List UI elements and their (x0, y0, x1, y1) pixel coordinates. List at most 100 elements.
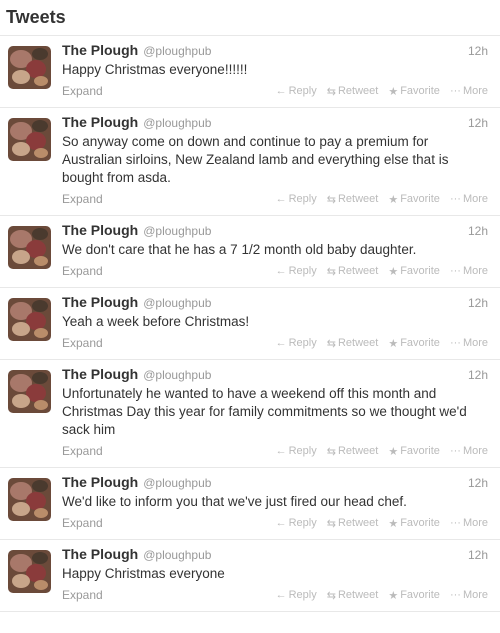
star-icon: ★ (388, 85, 399, 98)
retweet-button[interactable]: ⇆ Retweet (327, 337, 379, 350)
reply-button[interactable]: ← Reply (276, 265, 317, 278)
tweet-text: So anyway come on down and continue to p… (62, 134, 449, 185)
author-handle[interactable]: @ploughpub (143, 548, 211, 562)
author-name[interactable]: The Plough (62, 294, 138, 310)
retweet-button[interactable]: ⇆ Retweet (327, 193, 379, 206)
avatar[interactable] (8, 118, 51, 161)
expand-link[interactable]: Expand (62, 444, 103, 458)
author-handle[interactable]: @ploughpub (143, 116, 211, 130)
star-icon: ★ (388, 517, 399, 530)
tweet-timestamp[interactable]: 12h (468, 368, 488, 382)
expand-link[interactable]: Expand (62, 516, 103, 530)
retweet-button[interactable]: ⇆ Retweet (327, 589, 379, 602)
more-button[interactable]: ··· More (450, 85, 488, 98)
tweet-item[interactable]: The Plough @ploughpub 12h Unfortunately … (0, 360, 500, 468)
tweet-timestamp[interactable]: 12h (468, 116, 488, 130)
reply-button[interactable]: ← Reply (276, 589, 317, 602)
expand-link[interactable]: Expand (62, 192, 103, 206)
tweet-item[interactable]: The Plough @ploughpub 12h We don't care … (0, 216, 500, 288)
favorite-button[interactable]: ★ Favorite (388, 265, 440, 278)
retweet-label: Retweet (337, 265, 379, 277)
author-handle[interactable]: @ploughpub (143, 296, 211, 310)
tweet-timestamp[interactable]: 12h (468, 224, 488, 238)
favorite-label: Favorite (400, 265, 440, 277)
more-icon: ··· (449, 337, 461, 349)
avatar[interactable] (8, 298, 51, 341)
favorite-button[interactable]: ★ Favorite (388, 337, 440, 350)
tweet-text: Happy Christmas everyone!!!!!! (62, 62, 248, 77)
more-label: More (462, 193, 488, 205)
tweet-item[interactable]: The Plough @ploughpub 12h Happy Christma… (0, 36, 500, 108)
more-button[interactable]: ··· More (450, 517, 488, 530)
reply-label: Reply (288, 445, 317, 457)
more-icon: ··· (449, 589, 461, 601)
tweet-text: We don't care that he has a 7 1/2 month … (62, 242, 417, 257)
reply-icon: ← (275, 193, 287, 205)
tweet-item[interactable]: The Plough @ploughpub 12h Happy Christma… (0, 540, 500, 612)
tweet-item[interactable]: The Plough @ploughpub 12h Yeah a week be… (0, 288, 500, 360)
tweet-text: Unfortunately he wanted to have a weeken… (62, 386, 467, 437)
expand-link[interactable]: Expand (62, 264, 103, 278)
author-name[interactable]: The Plough (62, 366, 138, 382)
reply-icon: ← (275, 85, 287, 97)
author-name[interactable]: The Plough (62, 114, 138, 130)
reply-button[interactable]: ← Reply (276, 517, 317, 530)
avatar[interactable] (8, 478, 51, 521)
author-handle[interactable]: @ploughpub (143, 44, 211, 58)
reply-button[interactable]: ← Reply (276, 193, 317, 206)
avatar[interactable] (8, 550, 51, 593)
reply-icon: ← (275, 445, 287, 457)
retweet-icon: ⇆ (326, 589, 336, 602)
favorite-button[interactable]: ★ Favorite (388, 589, 440, 602)
more-button[interactable]: ··· More (450, 337, 488, 350)
favorite-button[interactable]: ★ Favorite (388, 85, 440, 98)
author-handle[interactable]: @ploughpub (143, 476, 211, 490)
retweet-button[interactable]: ⇆ Retweet (327, 517, 379, 530)
more-icon: ··· (449, 517, 461, 529)
more-label: More (462, 517, 488, 529)
author-name[interactable]: The Plough (62, 546, 138, 562)
reply-button[interactable]: ← Reply (276, 337, 317, 350)
reply-label: Reply (288, 589, 317, 601)
retweet-icon: ⇆ (326, 445, 336, 458)
tweet-item[interactable]: The Plough @ploughpub 12h We'd like to i… (0, 468, 500, 540)
avatar[interactable] (8, 370, 51, 413)
retweet-button[interactable]: ⇆ Retweet (327, 265, 379, 278)
expand-link[interactable]: Expand (62, 84, 103, 98)
tweet-item[interactable]: The Plough @ploughpub 12h So anyway come… (0, 108, 500, 216)
favorite-button[interactable]: ★ Favorite (388, 517, 440, 530)
avatar[interactable] (8, 46, 51, 89)
more-button[interactable]: ··· More (450, 445, 488, 458)
tweet-timestamp[interactable]: 12h (468, 476, 488, 490)
author-name[interactable]: The Plough (62, 42, 138, 58)
more-button[interactable]: ··· More (450, 265, 488, 278)
more-label: More (462, 445, 488, 457)
reply-icon: ← (275, 337, 287, 349)
expand-link[interactable]: Expand (62, 588, 103, 602)
favorite-button[interactable]: ★ Favorite (388, 445, 440, 458)
reply-label: Reply (288, 517, 317, 529)
reply-button[interactable]: ← Reply (276, 445, 317, 458)
favorite-button[interactable]: ★ Favorite (388, 193, 440, 206)
favorite-label: Favorite (400, 517, 440, 529)
tweet-actions: ← Reply ⇆ Retweet ★ Favorite ··· More (276, 193, 488, 206)
reply-icon: ← (275, 517, 287, 529)
retweet-label: Retweet (337, 517, 379, 529)
retweet-icon: ⇆ (326, 517, 336, 530)
avatar[interactable] (8, 226, 51, 269)
more-button[interactable]: ··· More (450, 589, 488, 602)
author-name[interactable]: The Plough (62, 474, 138, 490)
author-name[interactable]: The Plough (62, 222, 138, 238)
retweet-button[interactable]: ⇆ Retweet (327, 85, 379, 98)
author-handle[interactable]: @ploughpub (143, 368, 211, 382)
tweet-timestamp[interactable]: 12h (468, 296, 488, 310)
author-handle[interactable]: @ploughpub (143, 224, 211, 238)
tweets-header: Tweets (0, 0, 500, 36)
more-button[interactable]: ··· More (450, 193, 488, 206)
favorite-label: Favorite (400, 193, 440, 205)
tweet-timestamp[interactable]: 12h (468, 548, 488, 562)
tweet-timestamp[interactable]: 12h (468, 44, 488, 58)
expand-link[interactable]: Expand (62, 336, 103, 350)
retweet-button[interactable]: ⇆ Retweet (327, 445, 379, 458)
reply-button[interactable]: ← Reply (276, 85, 317, 98)
